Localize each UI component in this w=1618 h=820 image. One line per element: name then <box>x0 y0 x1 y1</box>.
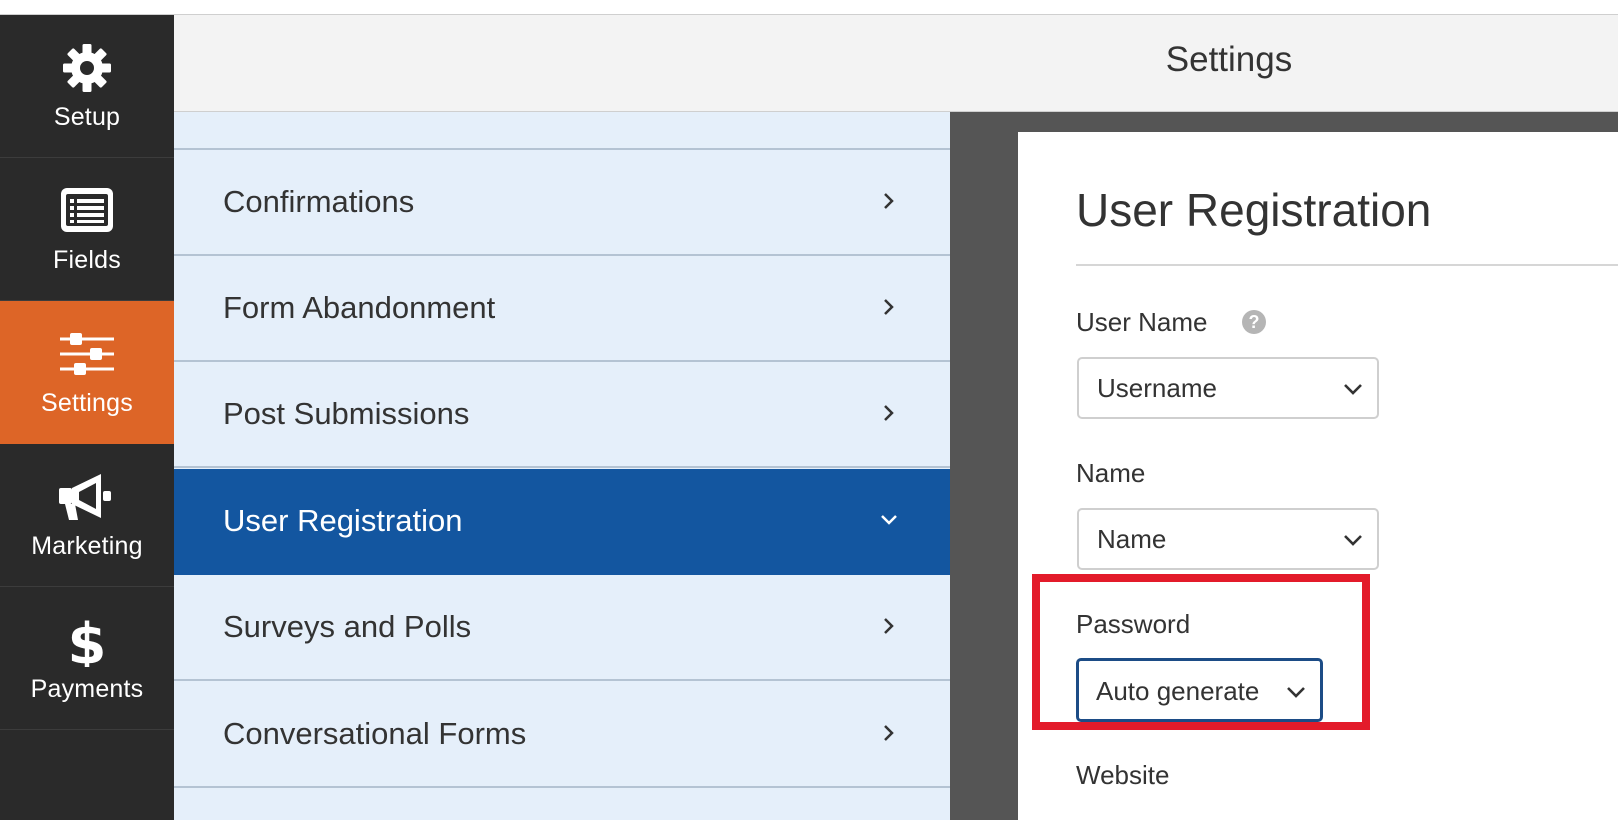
list-item-conversational-forms[interactable]: Conversational Forms <box>174 682 950 788</box>
gear-icon <box>57 41 117 95</box>
dollar-icon: $ <box>57 613 117 667</box>
name-label: Name <box>1076 458 1146 488</box>
list-item-surveys-and-polls[interactable]: Surveys and Polls <box>174 575 950 681</box>
divider <box>1076 264 1618 266</box>
sidebar-item-label: Fields <box>53 246 121 274</box>
sidebar-item-label: Payments <box>30 675 144 703</box>
list-item-confirmations[interactable]: Confirmations <box>174 150 950 256</box>
sidebar-item-fields[interactable]: Fields <box>0 158 174 301</box>
list-item-partial <box>174 112 950 150</box>
chevron-right-icon <box>884 618 894 634</box>
help-icon[interactable]: ? <box>1242 310 1266 334</box>
user-name-select[interactable]: Username <box>1077 357 1379 419</box>
list-item-label: Confirmations <box>223 184 415 219</box>
name-select[interactable]: Name <box>1077 508 1379 570</box>
panel-title: User Registration <box>1076 184 1432 236</box>
sidebar-item-setup[interactable]: Setup <box>0 15 174 158</box>
builder-sidebar: Setup Fields Settings Marketing $ Paymen… <box>0 15 174 820</box>
list-item-post-submissions[interactable]: Post Submissions <box>174 362 950 468</box>
list-item-label: User Registration <box>223 503 463 538</box>
chevron-down-icon <box>1344 384 1362 395</box>
list-icon <box>57 184 117 238</box>
user-name-label: User Name <box>1076 307 1208 337</box>
highlight-box <box>1032 574 1370 730</box>
chevron-down-icon <box>881 515 897 525</box>
list-item-label: Post Submissions <box>223 396 470 431</box>
sidebar-item-label: Marketing <box>31 532 143 560</box>
settings-section-list: Confirmations Form Abandonment Post Subm… <box>174 112 951 820</box>
chevron-right-icon <box>884 725 894 741</box>
select-value: Name <box>1097 524 1167 554</box>
megaphone-icon <box>57 470 117 524</box>
list-item-label: Form Abandonment <box>223 290 496 325</box>
list-item-form-abandonment[interactable]: Form Abandonment <box>174 256 950 362</box>
sidebar-item-label: Settings <box>41 389 133 417</box>
sidebar-item-settings[interactable]: Settings <box>0 301 174 444</box>
website-label: Website <box>1076 760 1170 790</box>
list-item-user-registration[interactable]: User Registration <box>174 469 950 575</box>
top-strip <box>0 0 1618 15</box>
sidebar-item-label: Setup <box>53 103 121 131</box>
sidebar-item-marketing[interactable]: Marketing <box>0 444 174 587</box>
chevron-right-icon <box>884 193 894 209</box>
chevron-right-icon <box>884 299 894 315</box>
list-item-label: Surveys and Polls <box>223 609 472 644</box>
top-header: Settings <box>174 15 1618 112</box>
page-title: Settings <box>1165 40 1293 79</box>
list-item-label: Conversational Forms <box>223 716 527 751</box>
svg-text:$: $ <box>68 613 107 667</box>
chevron-right-icon <box>884 405 894 421</box>
sidebar-item-payments[interactable]: $ Payments <box>0 587 174 730</box>
sliders-icon <box>57 327 117 381</box>
chevron-down-icon <box>1344 535 1362 546</box>
select-value: Username <box>1097 373 1217 403</box>
